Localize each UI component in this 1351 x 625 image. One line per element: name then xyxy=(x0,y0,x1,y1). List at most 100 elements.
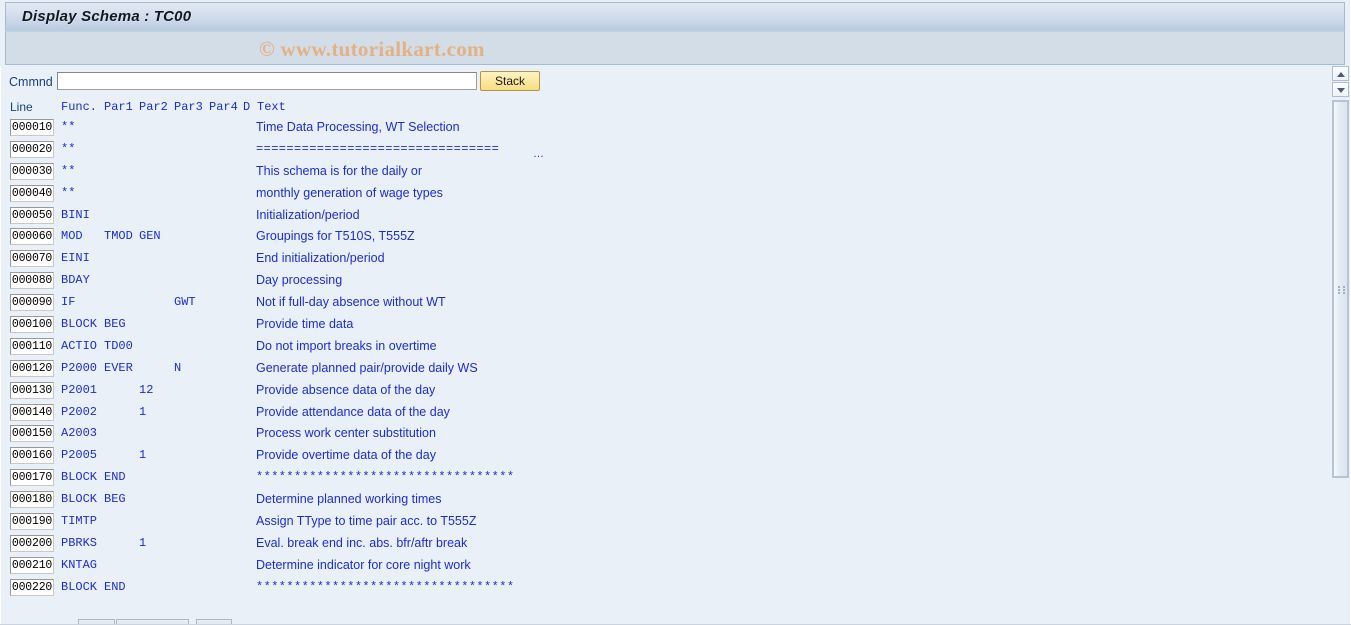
table-row[interactable]: 000220 BLOCK END **************************… xyxy=(0,578,1320,601)
cell-par1[interactable]: TD00 xyxy=(104,339,133,354)
cell-func[interactable]: BLOCK xyxy=(61,470,97,485)
command-input[interactable] xyxy=(57,72,477,90)
cell-func[interactable]: EINI xyxy=(61,251,90,266)
table-row[interactable]: 000030 ** This schema is for the daily or xyxy=(0,162,1320,185)
table-row[interactable]: 000080 BDAY Day processing xyxy=(0,272,1320,294)
cell-func[interactable]: P2001 xyxy=(61,383,97,398)
line-number-field[interactable]: 000010 xyxy=(10,119,54,136)
cell-func[interactable]: BLOCK xyxy=(61,317,97,332)
line-number-field[interactable]: 000030 xyxy=(10,162,54,180)
cell-par1[interactable]: END xyxy=(104,580,126,595)
schema-rows: 000010 ** Time Data Processing, WT Selecti… xyxy=(0,119,1320,604)
table-row[interactable]: 000160 P2005 1 Provide overtime data of the… xyxy=(0,447,1320,469)
cell-func[interactable]: ** xyxy=(61,186,75,201)
vertical-scrollbar[interactable] xyxy=(1331,66,1351,617)
cell-par3[interactable]: N xyxy=(174,361,181,376)
table-row[interactable]: 000150 A2003 Process work center substitut… xyxy=(0,425,1320,447)
cell-func[interactable]: BINI xyxy=(61,208,90,223)
cell-text: ********************************** xyxy=(256,470,515,485)
cell-par1[interactable]: BEG xyxy=(104,492,126,507)
stack-button[interactable]: Stack xyxy=(480,71,540,91)
cell-text: Determine indicator for core night work xyxy=(256,557,471,572)
line-number-field[interactable]: 000040 xyxy=(10,184,54,202)
cell-func[interactable]: P2005 xyxy=(61,448,97,463)
scroll-down-button[interactable] xyxy=(1332,82,1349,97)
cell-text: End initialization/period xyxy=(256,251,385,266)
table-row[interactable]: 000190 TIMTP Assign TType to time pair acc… xyxy=(0,513,1320,535)
line-number-field[interactable]: 000140 xyxy=(10,403,54,421)
text-truncation-ellipsis: … xyxy=(533,147,544,160)
table-row[interactable]: 000210 KNTAG Determine indicator for core … xyxy=(0,556,1320,579)
line-number-field[interactable]: 000070 xyxy=(10,250,54,268)
cell-text: Not if full-day absence without WT xyxy=(256,295,446,310)
cell-func[interactable]: IF xyxy=(61,295,75,310)
line-number-field[interactable]: 000110 xyxy=(10,337,54,355)
scroll-up-button[interactable] xyxy=(1332,66,1349,81)
scrollbar-track[interactable] xyxy=(1332,100,1349,478)
line-number-field[interactable]: 000180 xyxy=(10,491,54,509)
cell-func[interactable]: P2002 xyxy=(61,405,97,420)
grip-dots-icon xyxy=(1338,286,1345,294)
scrollbar-thumb[interactable] xyxy=(1333,101,1348,477)
line-number-field[interactable]: 000220 xyxy=(10,578,54,596)
line-number-field[interactable]: 000120 xyxy=(10,359,54,377)
line-number-field[interactable]: 000150 xyxy=(10,425,54,443)
cell-func[interactable]: TIMTP xyxy=(61,514,97,529)
cell-func[interactable]: P2000 xyxy=(61,361,97,376)
cell-func[interactable]: ** xyxy=(61,164,75,179)
table-row[interactable]: 000040 ** monthly generation of wage types xyxy=(0,184,1320,207)
cell-par1[interactable]: BEG xyxy=(104,317,126,332)
line-number-field[interactable]: 000130 xyxy=(10,381,54,399)
cell-par1[interactable]: EVER xyxy=(104,361,133,376)
cell-func[interactable]: ** xyxy=(61,120,75,135)
line-number-field[interactable]: 000020 xyxy=(10,140,54,158)
table-row[interactable]: 000070 EINI End initialization/period xyxy=(0,250,1320,272)
line-number-field[interactable]: 000210 xyxy=(10,556,54,574)
cell-text: This schema is for the daily or xyxy=(256,163,423,178)
table-row[interactable]: 000170 BLOCK END **************************… xyxy=(0,469,1320,491)
table-row[interactable]: 000200 PBRKS 1 Eval. break end inc. abs. bf… xyxy=(0,534,1320,557)
table-row[interactable]: 000140 P2002 1 Provide attendance data of t… xyxy=(0,403,1320,426)
table-row[interactable]: 000110 ACTIO TD00 Do not import breaks in o… xyxy=(0,337,1320,360)
cell-par1[interactable]: END xyxy=(104,470,126,485)
command-bar: Cmmnd Stack xyxy=(0,70,1320,98)
cell-par2[interactable]: 1 xyxy=(139,448,146,463)
line-number-field[interactable]: 000050 xyxy=(10,206,54,224)
table-row[interactable]: 000100 BLOCK BEG Provide time data xyxy=(0,316,1320,338)
cell-text: monthly generation of wage types xyxy=(256,185,443,200)
cell-par1[interactable]: TMOD xyxy=(104,229,133,244)
header-band: © www.tutorialkart.com xyxy=(5,31,1345,65)
cell-par2[interactable]: 12 xyxy=(139,383,153,398)
line-number-field[interactable]: 000090 xyxy=(10,294,54,312)
line-number-field[interactable]: 000200 xyxy=(10,534,54,552)
line-number-field[interactable]: 000100 xyxy=(10,316,54,334)
table-row[interactable]: 000180 BLOCK BEG Determine planned working … xyxy=(0,491,1320,513)
table-row[interactable]: 000120 P2000 EVER N Generate planned pair/pr… xyxy=(0,359,1320,382)
table-row[interactable]: 000050 BINI Initialization/period xyxy=(0,206,1320,229)
cell-par2[interactable]: 1 xyxy=(139,405,146,420)
cell-func[interactable]: BLOCK xyxy=(61,492,97,507)
line-number-field[interactable]: 000160 xyxy=(10,447,54,465)
column-header-d: D xyxy=(243,100,251,114)
cell-par3[interactable]: GWT xyxy=(174,295,196,310)
cell-func[interactable]: PBRKS xyxy=(61,536,97,551)
table-row[interactable]: 000010 ** Time Data Processing, WT Selecti… xyxy=(0,119,1320,141)
column-header-par4: Par4 xyxy=(209,100,238,114)
cell-func[interactable]: A2003 xyxy=(61,426,97,441)
table-row[interactable]: 000090 IF GWT Not if full-day absence witho… xyxy=(0,294,1320,316)
table-row[interactable]: 000060 MOD TMOD GEN Groupings for T510S, T55… xyxy=(0,228,1320,250)
cell-par2[interactable]: 1 xyxy=(139,536,146,551)
table-row[interactable]: 000020 ** ================================… xyxy=(0,140,1320,163)
line-number-field[interactable]: 000060 xyxy=(10,228,54,246)
cell-func[interactable]: ** xyxy=(61,142,75,157)
cell-func[interactable]: BLOCK xyxy=(61,580,97,595)
cell-func[interactable]: BDAY xyxy=(61,273,90,288)
table-row[interactable]: 000130 P2001 12 Provide absence data of the… xyxy=(0,381,1320,404)
cell-par2[interactable]: GEN xyxy=(139,229,161,244)
line-number-field[interactable]: 000170 xyxy=(10,469,54,487)
cell-func[interactable]: MOD xyxy=(61,229,83,244)
cell-func[interactable]: KNTAG xyxy=(61,558,97,573)
cell-func[interactable]: ACTIO xyxy=(61,339,97,354)
line-number-field[interactable]: 000190 xyxy=(10,513,54,531)
line-number-field[interactable]: 000080 xyxy=(10,272,54,290)
